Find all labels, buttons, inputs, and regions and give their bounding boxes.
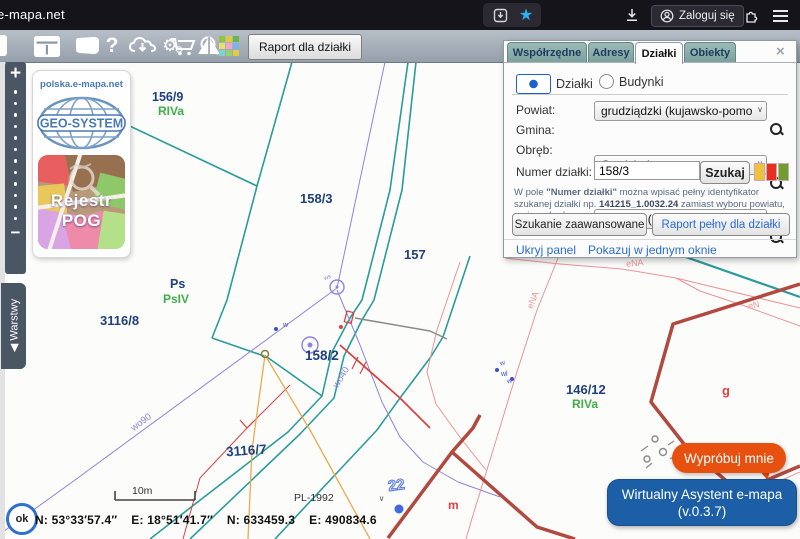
rejestr-pog-badge[interactable]: Rejestr POG — [38, 155, 125, 249]
report-parcel-button[interactable]: Raport dla działki — [248, 34, 362, 60]
legend-swatch — [754, 163, 765, 181]
save-page-icon[interactable] — [490, 6, 510, 24]
scale-bar — [114, 490, 196, 502]
cloud-download-icon[interactable] — [126, 34, 158, 58]
map-label: 158/3 — [300, 191, 333, 206]
assistant-try-me-bubble[interactable]: Wypróbuj mnie — [672, 443, 786, 473]
obreb-label: Obręb: — [516, 143, 553, 157]
coord-geo-e: E: 18°51′41.7″ — [131, 513, 213, 527]
help-icon[interactable]: ? — [103, 34, 121, 58]
full-report-button[interactable]: Raport pełny dla działki — [652, 213, 790, 236]
map-label: eNA — [626, 257, 644, 269]
radio-budynki[interactable]: Budynki — [599, 74, 663, 89]
map-label: wo90 — [129, 411, 154, 433]
coord-xy-e: E: 490834.6 — [309, 513, 377, 527]
zoom-in-button[interactable]: + — [10, 64, 21, 84]
map-label: 158/2 — [305, 348, 339, 363]
site-name: polska.e-mapa.net — [33, 79, 130, 90]
divider — [512, 94, 788, 95]
layers-panel-tab[interactable]: ◀ Warstwy — [1, 283, 26, 369]
advanced-search-button[interactable]: Szukanie zaawansowane — [512, 213, 647, 236]
browser-chrome: e-mapa.net ★ Zaloguj się — [0, 0, 800, 30]
map-label: eNA — [525, 290, 541, 310]
chevron-down-icon: ∨ — [379, 494, 385, 503]
divider — [504, 239, 796, 240]
scale-label: 10m — [132, 485, 152, 497]
map-label: g — [722, 383, 730, 398]
map-label: eN — [747, 299, 760, 311]
region-bubble-icon[interactable] — [72, 34, 102, 58]
chevron-down-icon: ∨ — [757, 105, 763, 114]
numer-label: Numer działki: — [516, 165, 592, 179]
layout-panels-icon[interactable] — [32, 34, 62, 58]
map-label: w — [283, 322, 288, 329]
search-panel: Współrzędne Adresy Działki Obiekty × Dzi… — [503, 40, 797, 258]
numer-dzialki-input[interactable] — [594, 161, 700, 180]
account-icon — [660, 9, 674, 23]
zoom-out-button[interactable]: − — [11, 226, 21, 240]
map-label: 3116/8 — [100, 313, 139, 328]
login-button-label: Zaloguj się — [679, 10, 735, 22]
single-window-link[interactable]: Pokazuj w jednym oknie — [588, 243, 717, 257]
panel-close-icon[interactable]: × — [776, 43, 785, 60]
legend-grid-icon[interactable] — [216, 34, 242, 58]
map-label: m — [448, 498, 459, 512]
radio-budynki-circle[interactable] — [599, 74, 614, 89]
legend-swatch — [778, 163, 789, 181]
legend-swatch — [766, 163, 777, 181]
map-label: Ps — [170, 277, 185, 291]
hide-panel-link[interactable]: Ukryj panel — [516, 243, 576, 257]
virtual-assistant-button[interactable]: Wirtualny Asystent e-mapa (v.0.3.7) — [607, 479, 797, 526]
login-button[interactable]: Zaloguj się — [651, 5, 744, 27]
app-window: 156/9RIVa158/3157PsPsIV3116/8158/23116/7… — [0, 0, 800, 539]
browser-tab-title[interactable]: e-mapa.net — [0, 7, 65, 22]
powiat-select[interactable]: grudziądzki (kujawsko-pomorskie ∨ — [594, 101, 767, 121]
pog-badge-text: Rejestr POG — [38, 191, 125, 231]
bookmark-star-icon[interactable]: ★ — [515, 4, 537, 26]
map-label: PsIV — [163, 292, 189, 306]
szukaj-button[interactable]: Szukaj — [700, 161, 750, 184]
map-label: wo40 — [331, 365, 352, 390]
tab-adresy[interactable]: Adresy — [588, 42, 634, 62]
radio-dzialki[interactable]: Działki — [516, 74, 593, 94]
powiat-search-icon[interactable] — [770, 123, 784, 137]
layers-tab-label: ◀ Warstwy — [8, 289, 21, 363]
ok-button[interactable]: ok — [6, 503, 38, 535]
geo-system-logo: GEO-SYSTEM — [37, 95, 126, 151]
legend-color-swatches[interactable] — [754, 163, 790, 181]
map-label: 156/9 — [152, 90, 183, 104]
crs-select[interactable]: PL-1992 ∨ — [294, 492, 384, 504]
gmina-label: Gmina: — [516, 123, 555, 137]
map-label: 146/12 — [566, 382, 606, 397]
tab-obiekty[interactable]: Obiekty — [684, 42, 736, 62]
coord-geo-n: N: 53°33′57.4″ — [35, 513, 117, 527]
map-label: 3116/7 — [226, 442, 267, 460]
map-label: wl — [501, 371, 508, 378]
branding-card[interactable]: polska.e-mapa.net GEO-SYSTEM — [32, 70, 131, 258]
map-label: w — [506, 377, 513, 385]
extensions-puzzle-icon[interactable] — [742, 7, 760, 23]
coord-xy-n: N: 633459.3 — [227, 513, 295, 527]
map-label: RIVa — [158, 104, 184, 118]
coordinates-readout: N: 53°33′57.4″ E: 18°51′41.7″ N: 633459.3 E… — [35, 513, 391, 527]
assistant-button-line2: (v.0.3.7) — [678, 503, 727, 520]
zoom-slider-track[interactable] — [14, 90, 18, 220]
menu-hamburger-icon[interactable] — [773, 10, 788, 12]
powiat-label: Powiat: — [516, 103, 555, 117]
tab-wspolrzedne[interactable]: Współrzędne — [507, 42, 587, 62]
map-label: RIVa — [572, 397, 598, 411]
map-label: 157 — [404, 247, 426, 262]
radio-dzialki-circle[interactable] — [516, 74, 551, 94]
clipped-tool-icon[interactable] — [0, 35, 7, 56]
map-label: ws — [323, 274, 332, 282]
downloads-icon[interactable] — [623, 7, 641, 23]
map-label: w — [499, 359, 506, 367]
assistant-button-line1: Wirtualny Asystent e-mapa — [622, 486, 783, 503]
map-label: 22 — [387, 476, 406, 495]
zoom-slider[interactable]: + − — [5, 62, 26, 274]
svg-text:GEO-SYSTEM: GEO-SYSTEM — [40, 117, 123, 131]
tab-dzialki[interactable]: Działki — [635, 42, 683, 64]
